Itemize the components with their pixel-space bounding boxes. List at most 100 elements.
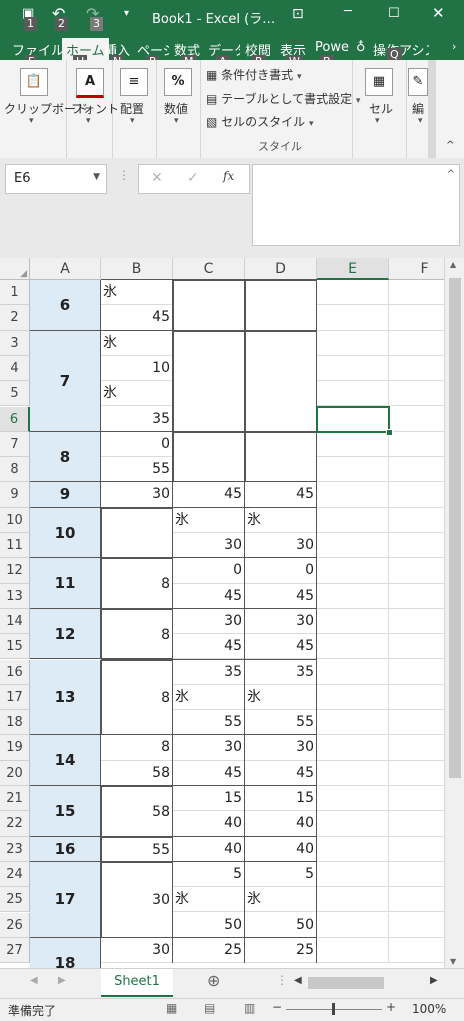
cell-d13[interactable]: 45 (245, 583, 317, 609)
cell-e3[interactable] (317, 330, 389, 356)
cell-f24[interactable] (389, 862, 444, 888)
row-header-16[interactable]: 16 (0, 659, 30, 685)
vertical-scroll-thumb[interactable] (449, 278, 461, 778)
cell-e1[interactable] (317, 280, 389, 306)
ribbon-display-icon[interactable]: ⊡ (292, 6, 304, 22)
zoom-level[interactable]: 100% (412, 1002, 446, 1016)
tabs-scroll-right-icon[interactable]: › (452, 40, 456, 53)
cell-d23[interactable]: 40 (245, 836, 317, 862)
alignment-label[interactable]: 配置 (120, 100, 144, 117)
cell-f20[interactable] (389, 761, 444, 786)
cell-f13[interactable] (389, 584, 444, 609)
cell-e24[interactable] (317, 861, 389, 888)
zoom-out-icon[interactable]: − (272, 1000, 282, 1014)
cell-a21[interactable]: 15 (30, 786, 101, 837)
cell-e8[interactable] (317, 457, 389, 483)
cell-a7[interactable]: 8 (30, 431, 101, 483)
cells-caret-icon[interactable]: ▾ (375, 116, 380, 126)
cell-d14[interactable]: 30 (245, 608, 317, 635)
cell-b12[interactable]: 8 (101, 558, 173, 609)
cell-d17[interactable]: 氷 (245, 684, 317, 711)
cell-e25[interactable] (317, 887, 389, 913)
cell-f18[interactable] (389, 710, 444, 736)
tab-file[interactable]: ファイル (12, 40, 64, 59)
cell-e23[interactable] (317, 836, 389, 862)
cell-a27[interactable]: 18 (30, 937, 101, 968)
select-all-corner[interactable]: ◢ (0, 258, 30, 280)
row-header-6[interactable]: 6 (0, 406, 30, 432)
cell-c9[interactable]: 45 (173, 482, 245, 508)
row-header-18[interactable]: 18 (0, 710, 30, 736)
alignment-caret-icon[interactable]: ▾ (130, 116, 135, 126)
column-header-a[interactable]: A (30, 258, 101, 280)
cell-d15[interactable]: 45 (245, 634, 317, 660)
cell-d1[interactable] (245, 280, 317, 331)
row-header-21[interactable]: 21 (0, 786, 30, 812)
cell-d12[interactable]: 0 (245, 558, 317, 584)
sheet-tab-sheet1[interactable]: Sheet1 (101, 969, 173, 997)
column-header-e[interactable]: E (317, 258, 389, 280)
cell-d16[interactable]: 35 (245, 659, 317, 685)
font-color-icon[interactable]: A (76, 68, 104, 98)
cell-e12[interactable] (317, 558, 389, 584)
cell-d11[interactable]: 30 (245, 533, 317, 559)
cell-c7[interactable] (173, 431, 245, 483)
cell-e26[interactable] (317, 912, 389, 938)
cell-b8[interactable]: 55 (101, 457, 173, 483)
row-header-9[interactable]: 9 (0, 482, 30, 508)
cell-d19[interactable]: 30 (245, 735, 317, 761)
enter-icon[interactable]: ✓ (187, 170, 199, 186)
clipboard-caret-icon[interactable]: ▾ (29, 116, 34, 126)
cell-c25[interactable]: 氷 (173, 887, 245, 913)
cell-b23[interactable]: 55 (101, 836, 173, 862)
number-caret-icon[interactable]: ▾ (174, 116, 179, 126)
ribbon-scroll-right[interactable] (428, 60, 436, 158)
cell-c26[interactable]: 50 (173, 912, 245, 938)
cell-e15[interactable] (317, 634, 389, 660)
hscroll-left-icon[interactable]: ◀ (294, 975, 302, 986)
cell-c12[interactable]: 0 (173, 558, 245, 584)
scroll-up-icon[interactable]: ▲ (450, 260, 456, 269)
cell-e19[interactable] (317, 735, 389, 761)
cell-d20[interactable]: 45 (245, 760, 317, 786)
cell-d7[interactable] (245, 431, 317, 483)
cell-d3[interactable] (245, 330, 317, 432)
row-header-15[interactable]: 15 (0, 634, 30, 660)
cell-b16[interactable]: 8 (101, 659, 173, 736)
cell-d9[interactable]: 45 (245, 482, 317, 508)
cell-f6[interactable] (389, 407, 444, 432)
spreadsheet-grid[interactable]: ◢ A B C D E F 1 2 3 4 5 6 7 8 9 10 11 12 13 14 15 16 17 18 19 20 2… (0, 258, 444, 968)
cell-b5[interactable]: 氷 (101, 381, 173, 407)
formula-input[interactable]: ^ (252, 164, 460, 246)
cell-f25[interactable] (389, 887, 444, 913)
row-header-13[interactable]: 13 (0, 583, 30, 609)
cell-f1[interactable] (389, 280, 444, 306)
cell-e18[interactable] (317, 710, 389, 736)
cell-f2[interactable] (389, 305, 444, 331)
cell-d25[interactable]: 氷 (245, 887, 317, 913)
column-header-c[interactable]: C (173, 258, 245, 280)
row-header-7[interactable]: 7 (0, 431, 30, 458)
add-sheet-icon[interactable]: ⊕ (207, 971, 220, 990)
column-header-b[interactable]: B (101, 258, 173, 280)
page-break-view-icon[interactable]: ▥ (244, 1001, 255, 1015)
cell-c3[interactable] (173, 330, 245, 432)
cell-e16[interactable] (317, 659, 389, 685)
cell-b24[interactable]: 30 (101, 861, 173, 938)
cell-c15[interactable]: 45 (173, 634, 245, 660)
row-header-24[interactable]: 24 (0, 861, 30, 888)
cell-b2[interactable]: 45 (101, 305, 173, 331)
cell-e2[interactable] (317, 305, 389, 331)
cell-e13[interactable] (317, 583, 389, 609)
cell-c10[interactable]: 氷 (173, 507, 245, 533)
tab-power[interactable]: Powe (315, 40, 349, 55)
cell-e9[interactable] (317, 482, 389, 508)
cell-a14[interactable]: 12 (30, 608, 101, 660)
cell-a12[interactable]: 11 (30, 558, 101, 609)
cell-d27[interactable]: 25 (245, 937, 317, 964)
insert-function-icon[interactable]: fx (223, 169, 234, 183)
cell-c16[interactable]: 35 (173, 659, 245, 685)
cell-b7[interactable]: 0 (101, 431, 173, 458)
maximize-icon[interactable]: ☐ (388, 6, 400, 21)
row-header-11[interactable]: 11 (0, 533, 30, 559)
